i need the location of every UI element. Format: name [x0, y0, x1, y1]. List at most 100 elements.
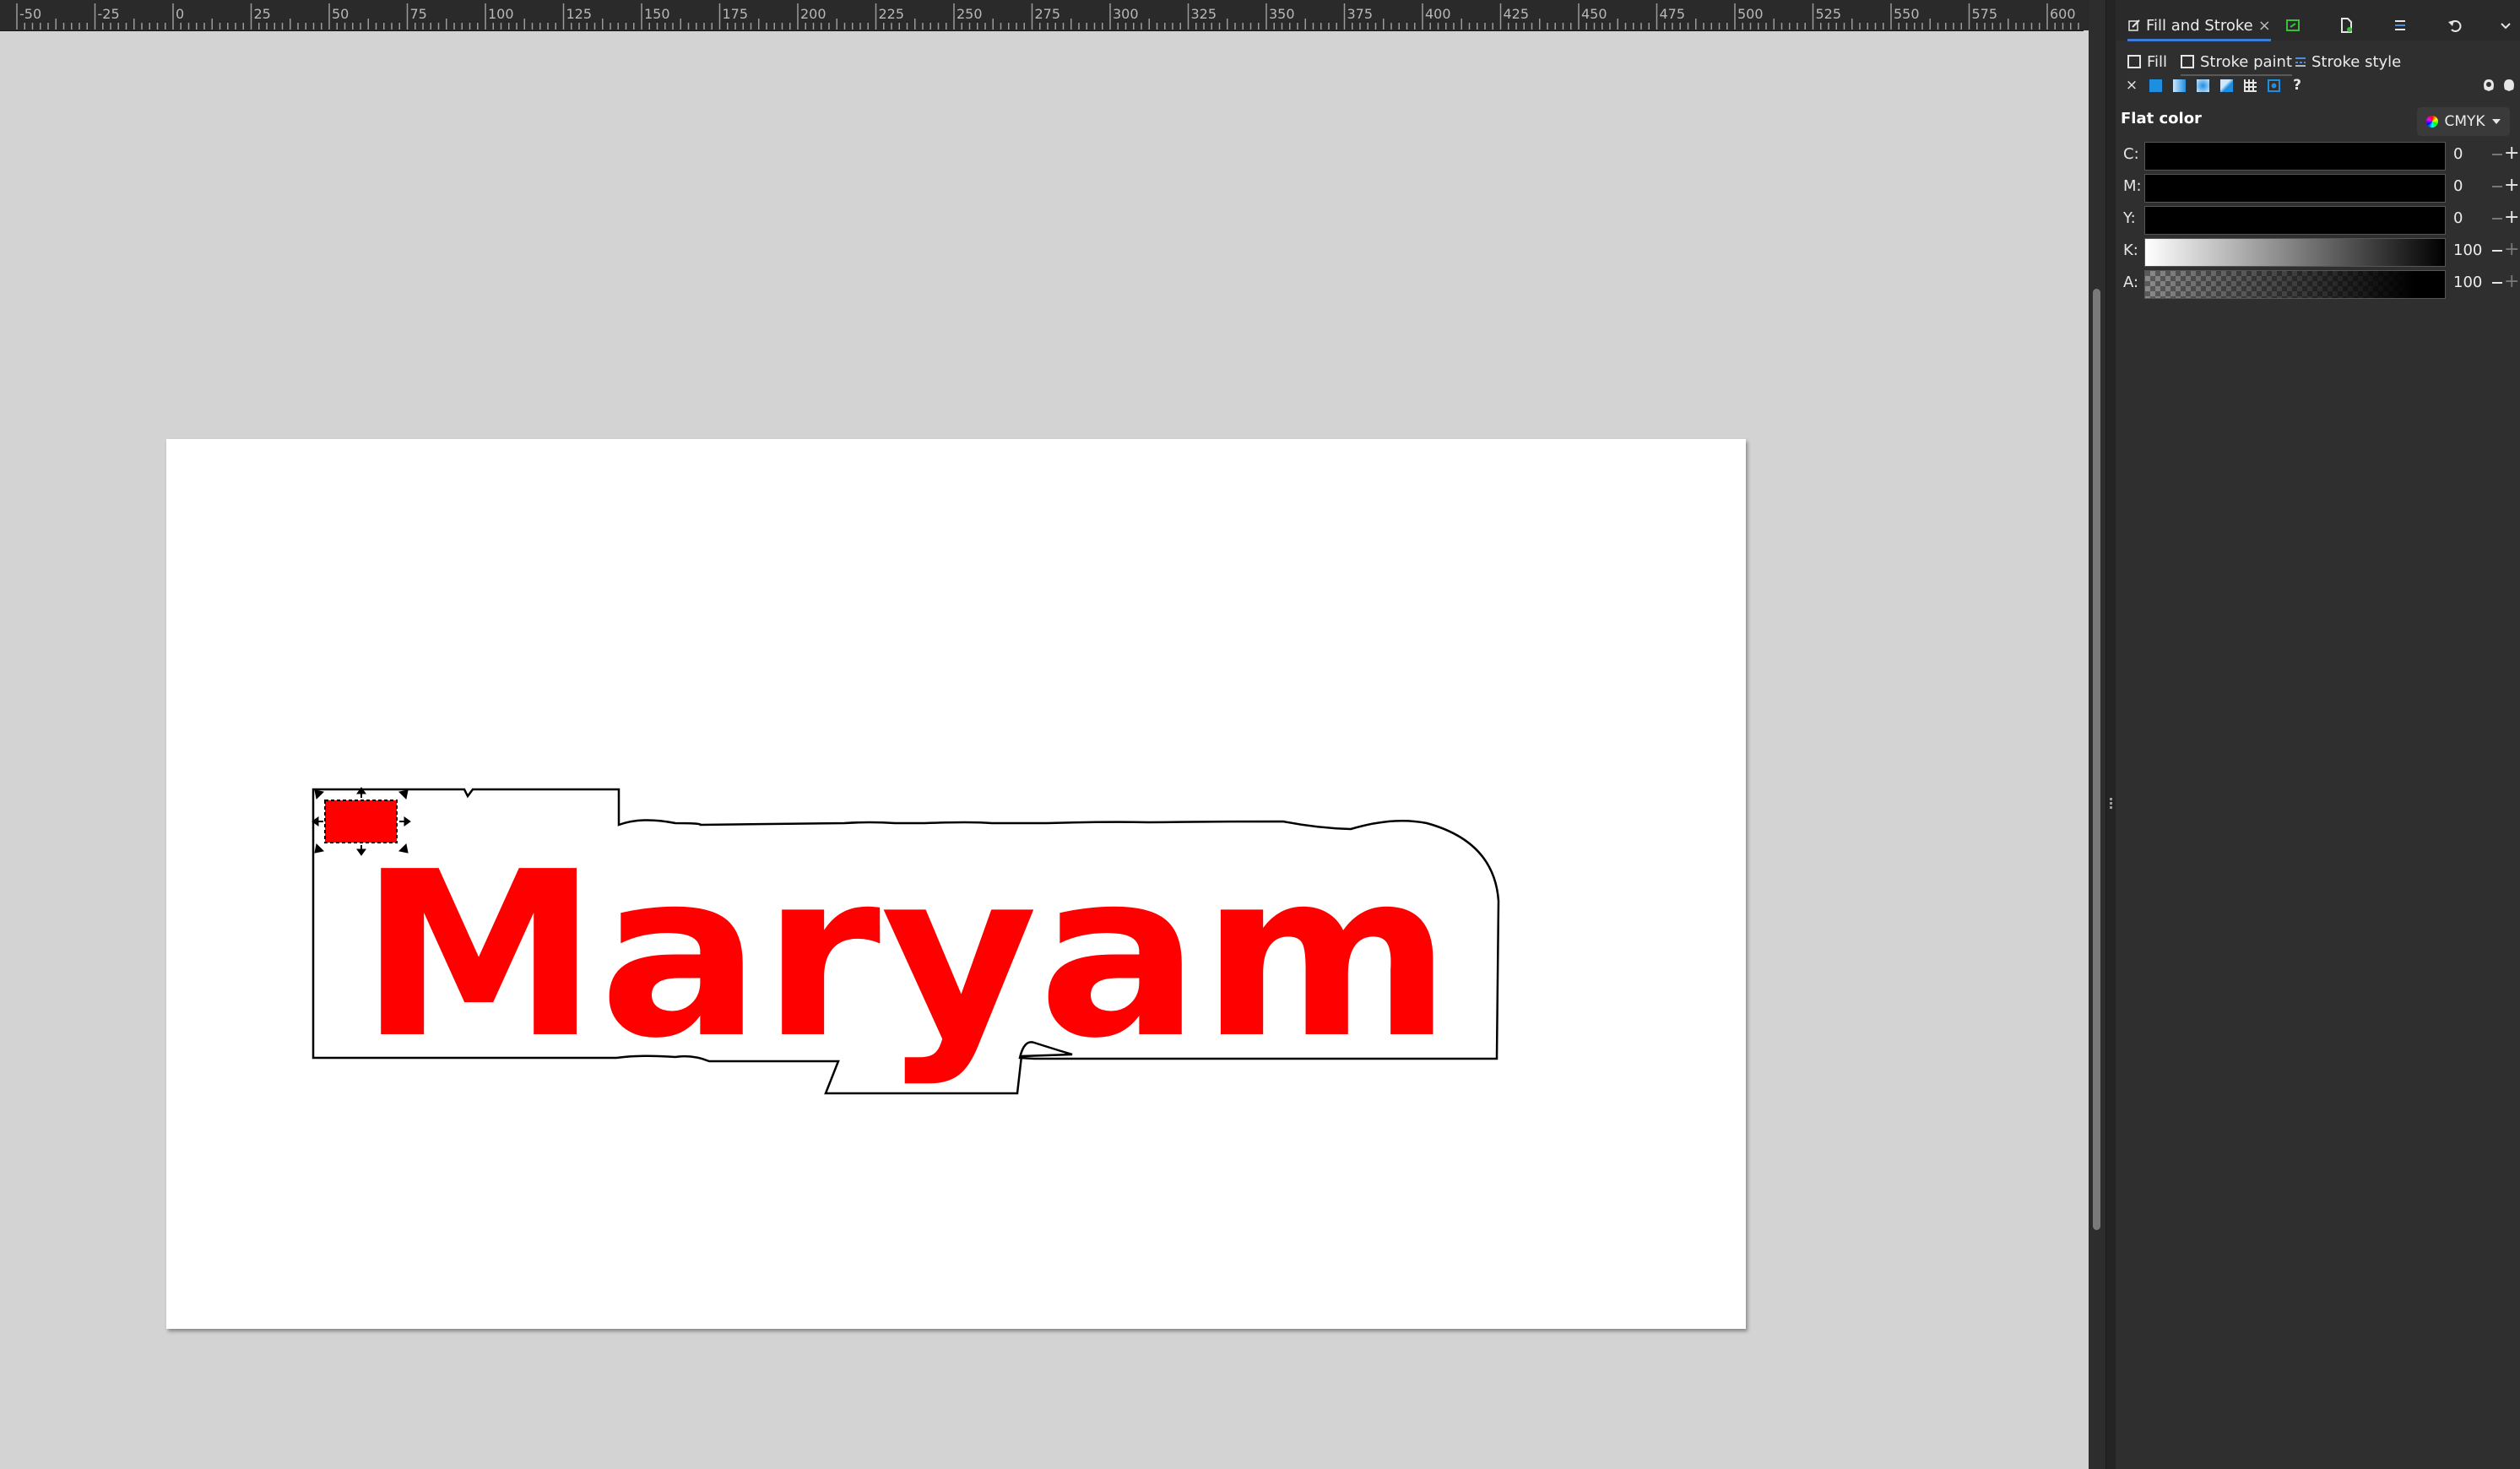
- fill-rule-evenodd-icon[interactable]: [2481, 78, 2496, 93]
- ruler-label: 125: [566, 6, 593, 22]
- unset-paint-button[interactable]: ?: [2288, 76, 2306, 95]
- ruler-label: 175: [723, 6, 749, 22]
- alpha-slider-row: A: 100 +: [2116, 268, 2520, 299]
- alpha-slider[interactable]: [2144, 270, 2446, 299]
- black-increment-icon[interactable]: +: [2504, 241, 2519, 259]
- ruler-label: 525: [1816, 6, 1842, 22]
- document-properties-icon[interactable]: [2338, 17, 2355, 34]
- ruler-label: 0: [176, 6, 184, 22]
- yellow-slider-row: Y: 0 +: [2116, 204, 2520, 235]
- handle-top-right[interactable]: [398, 789, 409, 800]
- flat-color-button[interactable]: [2146, 76, 2165, 95]
- ruler-label: 375: [1347, 6, 1374, 22]
- chevron-down-icon[interactable]: [2497, 17, 2514, 34]
- color-mode-dropdown[interactable]: CMYK: [2417, 107, 2510, 136]
- ruler-label: 400: [1425, 6, 1451, 22]
- linear-gradient-button[interactable]: [2170, 76, 2188, 95]
- cyan-value[interactable]: 0: [2453, 145, 2497, 163]
- flat-color-icon: [2149, 79, 2162, 92]
- close-tab-icon[interactable]: ×: [2258, 17, 2271, 35]
- layers-icon[interactable]: [2392, 17, 2409, 34]
- ruler-scale: -50 -25 0 25 50 75 100 125 150 175 200 225 250 275 300…: [16, 3, 2079, 30]
- yellow-value[interactable]: 0: [2453, 209, 2497, 227]
- design-layer[interactable]: Maryam: [0, 31, 2089, 1469]
- magenta-label: M:: [2123, 177, 2142, 195]
- color-mode-value: CMYK: [2444, 113, 2485, 130]
- radial-gradient-button[interactable]: [2193, 76, 2212, 95]
- yellow-increment-icon[interactable]: +: [2504, 209, 2519, 227]
- magenta-slider[interactable]: [2144, 174, 2446, 203]
- ruler-label: 75: [410, 6, 427, 22]
- cyan-label: C:: [2123, 145, 2139, 163]
- ruler-label: 325: [1191, 6, 1217, 22]
- fill-stroke-panel: Fill and Stroke × Fill Stroke paint Stro…: [2116, 0, 2520, 1469]
- handle-top-left[interactable]: [314, 789, 325, 800]
- subtab-fill-label: Fill: [2147, 52, 2168, 71]
- drawing-canvas[interactable]: Maryam: [0, 31, 2089, 1469]
- magenta-value[interactable]: 0: [2453, 177, 2497, 195]
- ruler-label: 550: [1894, 6, 1920, 22]
- cyan-decrement-icon[interactable]: [2492, 154, 2502, 155]
- black-value[interactable]: 100: [2453, 241, 2497, 259]
- magenta-increment-icon[interactable]: +: [2504, 176, 2519, 195]
- alpha-decrement-icon[interactable]: [2492, 282, 2502, 284]
- ruler-label: 300: [1113, 6, 1139, 22]
- yellow-label: Y:: [2123, 209, 2136, 227]
- ruler-label: 475: [1660, 6, 1686, 22]
- yellow-decrement-icon[interactable]: [2492, 218, 2502, 220]
- ruler-label: 250: [957, 6, 983, 22]
- black-slider[interactable]: [2144, 238, 2446, 267]
- ruler-label: 225: [879, 6, 905, 22]
- scrollbar-thumb[interactable]: [2093, 289, 2100, 1230]
- stroke-style-icon: [2295, 57, 2306, 67]
- maryam-text[interactable]: Maryam: [359, 822, 1452, 1088]
- export-icon[interactable]: [2284, 17, 2301, 34]
- subtab-stroke-paint[interactable]: Stroke paint: [2181, 49, 2293, 76]
- no-paint-button[interactable]: ×: [2122, 76, 2141, 95]
- pattern-button[interactable]: [2241, 76, 2259, 95]
- magenta-decrement-icon[interactable]: [2492, 186, 2502, 187]
- subtab-fill[interactable]: Fill: [2127, 49, 2167, 74]
- radial-gradient-icon: [2196, 79, 2209, 92]
- dock-tab-bar: Fill and Stroke ×: [2116, 0, 2520, 41]
- ruler-label: 50: [332, 6, 349, 22]
- alpha-increment-icon[interactable]: +: [2504, 273, 2519, 291]
- ruler-label: 600: [2050, 6, 2076, 22]
- magenta-slider-row: M: 0 +: [2116, 172, 2520, 203]
- alpha-label: A:: [2123, 274, 2139, 291]
- horizontal-ruler[interactable]: -50 -25 0 25 50 75 100 125 150 175 200 225 250 275 300…: [0, 0, 2084, 31]
- tab-label: Fill and Stroke: [2146, 16, 2253, 35]
- mesh-gradient-button[interactable]: [2217, 76, 2235, 95]
- pattern-icon: [2243, 79, 2257, 92]
- swatch-button[interactable]: [2264, 76, 2283, 95]
- color-wheel-icon: [2426, 116, 2439, 127]
- vertical-scrollbar[interactable]: [2089, 0, 2105, 1469]
- ruler-label: -25: [98, 6, 120, 22]
- yellow-slider[interactable]: [2144, 206, 2446, 235]
- flat-color-label: Flat color: [2121, 110, 2202, 127]
- alpha-value[interactable]: 100: [2453, 274, 2497, 291]
- undo-history-icon[interactable]: [2447, 17, 2463, 34]
- subtab-stroke-style[interactable]: Stroke style: [2295, 49, 2401, 74]
- stroke-paint-icon: [2181, 55, 2194, 68]
- ruler-label: 150: [644, 6, 670, 22]
- selected-red-rectangle[interactable]: [324, 800, 398, 843]
- ruler-label: 100: [488, 6, 514, 22]
- ruler-label: 200: [800, 6, 826, 22]
- handle-bottom-left[interactable]: [314, 843, 325, 854]
- cyan-slider[interactable]: [2144, 142, 2446, 171]
- cyan-slider-row: C: 0 +: [2116, 140, 2520, 171]
- fill-rule-nonzero-icon[interactable]: [2501, 78, 2517, 93]
- black-slider-row: K: 100 +: [2116, 236, 2520, 267]
- tab-fill-and-stroke[interactable]: Fill and Stroke ×: [2127, 12, 2271, 41]
- ruler-label: 450: [1581, 6, 1607, 22]
- ruler-label: 350: [1269, 6, 1295, 22]
- cyan-increment-icon[interactable]: +: [2504, 144, 2519, 163]
- subtab-stroke-style-label: Stroke style: [2311, 52, 2402, 71]
- caret-down-icon: [2491, 119, 2501, 124]
- linear-gradient-icon: [2172, 79, 2186, 92]
- black-decrement-icon[interactable]: [2492, 250, 2502, 252]
- ruler-label: 275: [1035, 6, 1061, 22]
- ruler-label: -50: [19, 6, 41, 22]
- ruler-label: 25: [254, 6, 271, 22]
